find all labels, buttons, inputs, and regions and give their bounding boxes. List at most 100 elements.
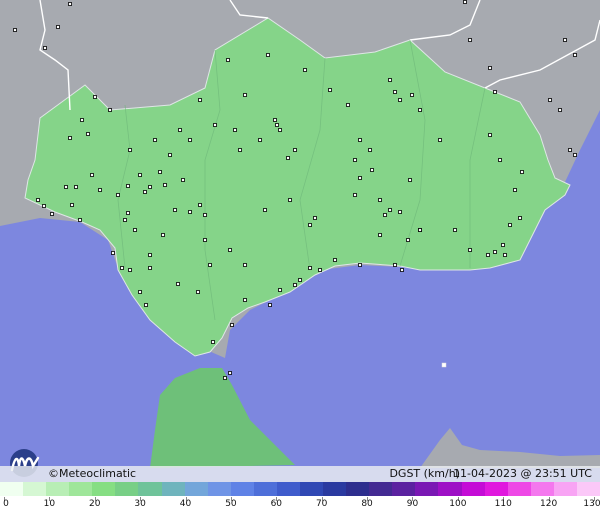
legend-color-segment [69, 482, 93, 496]
legend-color-segment [138, 482, 162, 496]
station-marker [70, 203, 74, 207]
station-marker [463, 0, 467, 4]
station-marker [50, 212, 54, 216]
station-marker [393, 90, 397, 94]
station-marker [453, 228, 457, 232]
legend-color-segment [323, 482, 347, 496]
legend-color-segment [530, 482, 554, 496]
legend-color-segment [507, 482, 531, 496]
legend-color-segment [346, 482, 370, 496]
legend-tick-label: 20 [89, 499, 101, 509]
station-marker [90, 173, 94, 177]
station-marker [266, 53, 270, 57]
station-marker [438, 138, 442, 142]
station-marker [42, 204, 46, 208]
station-marker [126, 211, 130, 215]
station-marker [223, 376, 227, 380]
legend-color-segment [92, 482, 116, 496]
station-marker [400, 268, 404, 272]
legend-color-segment [184, 482, 208, 496]
station-marker [203, 213, 207, 217]
legend-tick-label: 70 [315, 499, 328, 509]
station-marker [286, 156, 290, 160]
station-marker [188, 210, 192, 214]
legend-tick-label: 130 [583, 499, 600, 509]
legend-color-segment [553, 482, 577, 496]
legend-tick-label: 50 [225, 499, 237, 509]
station-marker [13, 28, 17, 32]
station-marker [308, 223, 312, 227]
station-marker [116, 193, 120, 197]
station-marker [308, 266, 312, 270]
station-marker [108, 108, 112, 112]
legend-tick-label: 90 [406, 499, 419, 509]
station-marker [520, 170, 524, 174]
station-marker [78, 218, 82, 222]
legend-color-bar [0, 482, 600, 496]
station-marker [243, 298, 247, 302]
legend-tick-label: 110 [494, 499, 512, 509]
station-marker [128, 148, 132, 152]
station-marker [148, 185, 152, 189]
station-marker [378, 233, 382, 237]
station-marker [468, 38, 472, 42]
station-marker [43, 46, 47, 50]
map [0, 0, 600, 517]
station-marker [378, 198, 382, 202]
station-marker [263, 208, 267, 212]
station-marker [558, 108, 562, 112]
station-marker [370, 168, 374, 172]
station-marker [498, 158, 502, 162]
station-marker [488, 133, 492, 137]
legend-color-segment [161, 482, 185, 496]
station-marker [173, 208, 177, 212]
legend-color-segment [115, 482, 139, 496]
copyright-label: ©Meteoclimatic [48, 467, 137, 480]
legend-color-segment [300, 482, 324, 496]
station-marker [143, 190, 147, 194]
legend-color-segment [276, 482, 301, 496]
legend-tick-label: 40 [179, 499, 192, 509]
station-marker [80, 118, 84, 122]
legend-color-segment [46, 482, 70, 496]
station-marker [188, 138, 192, 142]
station-marker [568, 148, 572, 152]
station-marker [98, 188, 102, 192]
station-marker [128, 268, 132, 272]
station-marker [503, 253, 507, 257]
station-marker [273, 118, 277, 122]
legend-color-segment [576, 482, 600, 496]
station-marker [518, 216, 522, 220]
station-marker [468, 248, 472, 252]
legend-color-segment [23, 482, 47, 496]
station-marker [406, 238, 410, 242]
station-marker [333, 258, 337, 262]
station-marker [176, 282, 180, 286]
station-marker [288, 198, 292, 202]
station-marker [275, 123, 279, 127]
station-marker [153, 138, 157, 142]
station-marker [64, 185, 68, 189]
station-marker [36, 198, 40, 202]
station-marker [388, 208, 392, 212]
timestamp-label: 11-04-2023 @ 23:51 UTC [453, 467, 592, 480]
legend-color-segment [484, 482, 508, 496]
station-marker [93, 95, 97, 99]
station-marker [86, 132, 90, 136]
station-marker [148, 266, 152, 270]
station-marker [318, 268, 322, 272]
station-marker [268, 303, 272, 307]
legend-color-segment [392, 482, 416, 496]
legend-color-segment [253, 482, 277, 496]
station-marker [398, 210, 402, 214]
legend-tick-label: 80 [361, 499, 373, 509]
legend-tick-label: 30 [134, 499, 146, 509]
station-marker [278, 128, 282, 132]
station-marker [68, 136, 72, 140]
station-marker [508, 223, 512, 227]
station-marker [573, 153, 577, 157]
station-marker [123, 218, 127, 222]
station-marker [138, 290, 142, 294]
station-marker [418, 108, 422, 112]
station-marker [548, 98, 552, 102]
